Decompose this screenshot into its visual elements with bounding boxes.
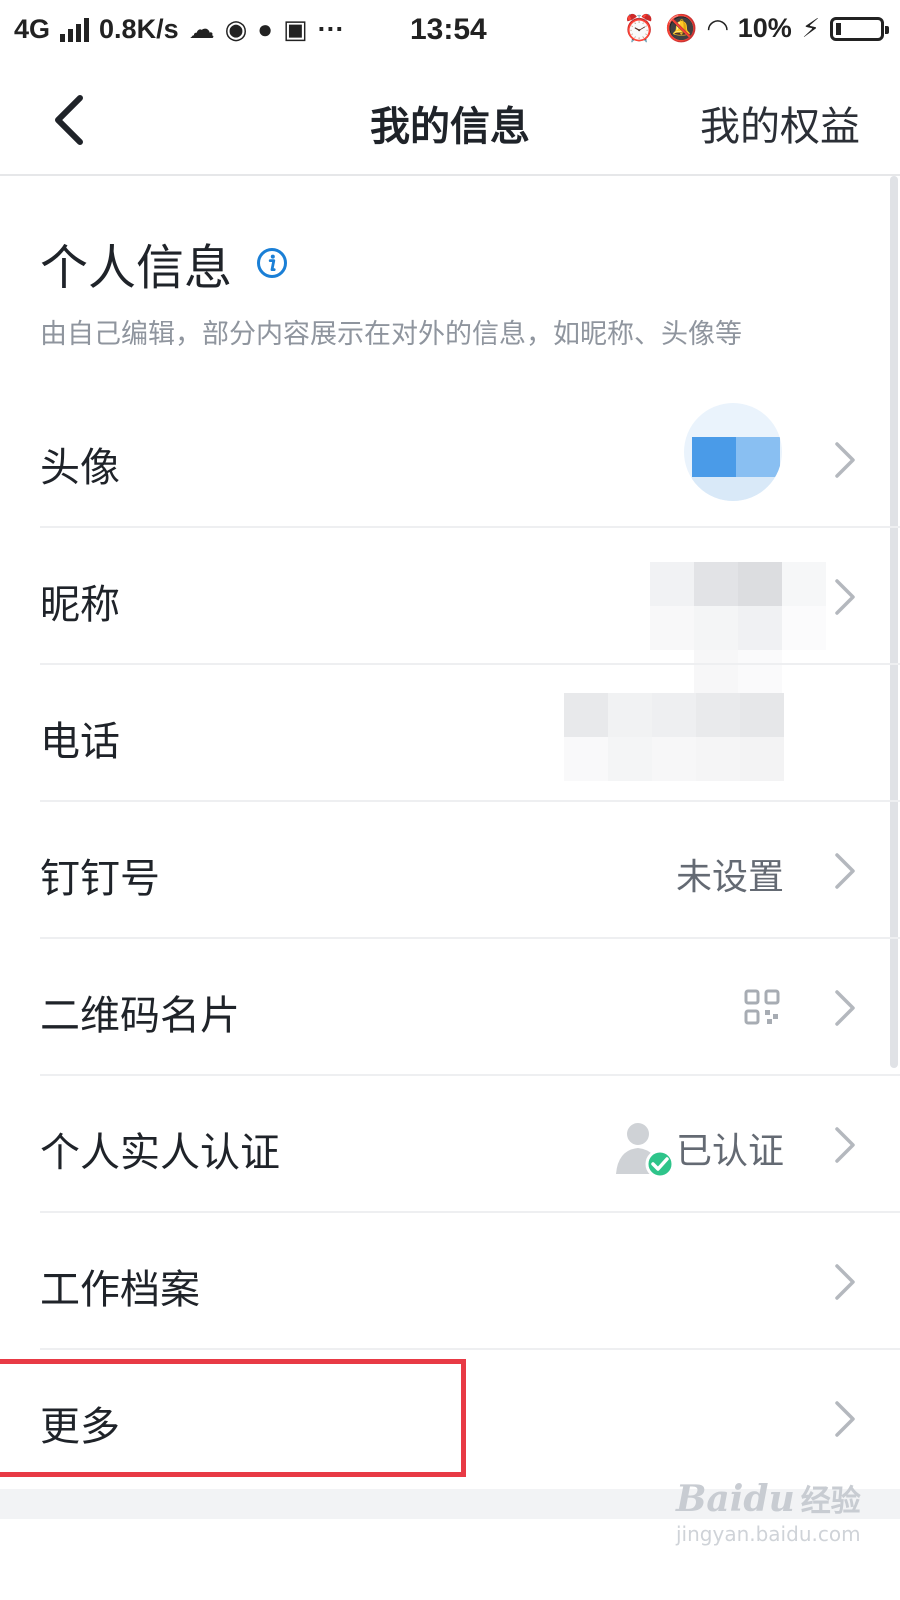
row-real-name-auth[interactable]: 个人实人认证 已认证 (0, 1076, 900, 1213)
chevron-right-icon (835, 442, 855, 478)
verified-text: 已认证 (675, 1131, 784, 1172)
chevron-right-icon (835, 1264, 855, 1300)
row-avatar[interactable]: 头像 (0, 391, 900, 528)
verified-status: 已认证 (614, 1118, 784, 1178)
row-label: 工作档案 (40, 1267, 200, 1313)
row-label: 钉钉号 (40, 856, 160, 902)
planet-icon: ● (257, 14, 273, 44)
qr-code-icon (744, 989, 780, 1025)
row-label: 头像 (40, 445, 120, 491)
mute-bell-icon: 🔕 (665, 13, 698, 43)
section-title: 个人信息 (40, 228, 288, 298)
battery-icon (830, 16, 889, 41)
row-nickname[interactable]: 昵称 (0, 528, 900, 694)
signal-icon (60, 17, 90, 42)
blurred-phone (564, 693, 784, 781)
section-description: 由自己编辑，部分内容展示在对外的信息，如昵称、头像等 (40, 319, 742, 350)
row-qr-card[interactable]: 二维码名片 (0, 939, 900, 1076)
watermark-brand: Baidu (676, 1478, 795, 1520)
row-label: 个人实人认证 (40, 1130, 280, 1176)
wifi-icon: ◠ (707, 13, 728, 43)
status-bar: 4G 0.8K/s ☁ ◉ ● ▣ ··· 13:54 ⏰ 🔕 ◠ 10% ⚡ (0, 0, 900, 62)
cloud-icon: ☁ (188, 14, 215, 44)
network-speed: 0.8K/s (99, 14, 179, 44)
dingtalk-id-value: 未设置 (675, 857, 784, 898)
clock: 13:54 (410, 13, 487, 46)
avatar[interactable] (684, 403, 782, 501)
chevron-right-icon (835, 853, 855, 889)
wechat-icon: ◉ (224, 14, 248, 44)
row-label: 二维码名片 (40, 993, 240, 1039)
nav-bar: 我的信息 我的权益 (0, 62, 900, 176)
battery-percent: 10% (737, 13, 792, 43)
row-label: 电话 (40, 719, 120, 765)
status-left: 4G 0.8K/s ☁ ◉ ● ▣ ··· (14, 14, 345, 45)
network-type: 4G (14, 14, 51, 44)
row-label: 昵称 (40, 582, 120, 628)
status-right: ⏰ 🔕 ◠ 10% ⚡ (622, 13, 889, 44)
watermark-url: jingyan.baidu.com (676, 1522, 861, 1546)
chevron-right-icon (835, 990, 855, 1026)
section-title-text: 个人信息 (40, 240, 233, 296)
info-list: 头像 昵称 电话 钉钉号 未设置 二维码名片 个人实人认证 已认证 工作档案 更… (0, 391, 900, 1487)
row-phone[interactable]: 电话 (0, 665, 900, 802)
row-work-profile[interactable]: 工作档案 (0, 1213, 900, 1350)
charging-icon: ⚡ (801, 13, 820, 43)
watermark-sub: 经验 (800, 1484, 861, 1519)
app-icon: ▣ (283, 14, 308, 44)
watermark: Baidu 经验 jingyan.baidu.com (676, 1476, 861, 1546)
chevron-right-icon (835, 1127, 855, 1163)
highlight-box (0, 1359, 466, 1477)
verified-person-icon (615, 1123, 674, 1178)
chevron-right-icon (835, 579, 855, 615)
my-benefits-link[interactable]: 我的权益 (700, 94, 860, 152)
info-icon[interactable] (256, 247, 288, 279)
alarm-icon: ⏰ (622, 13, 656, 43)
more-notifications: ··· (317, 14, 345, 44)
row-dingtalk-id[interactable]: 钉钉号 未设置 (0, 802, 900, 939)
chevron-right-icon (835, 1401, 855, 1437)
